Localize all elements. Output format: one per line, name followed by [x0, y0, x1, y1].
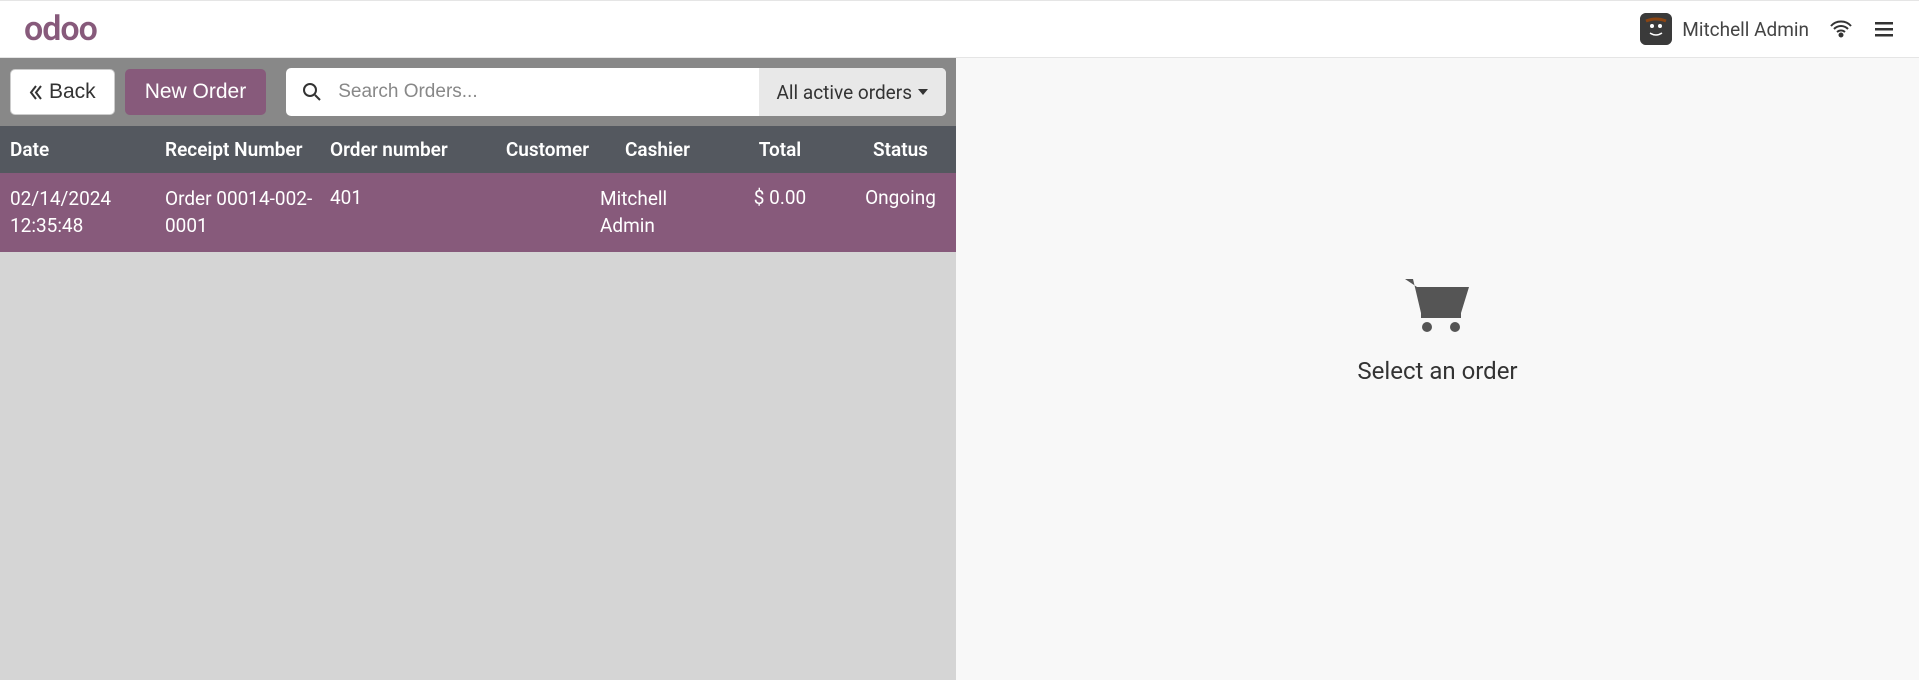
cell-order: 401: [330, 186, 495, 239]
logo-text: odoo: [24, 9, 97, 49]
chevron-left-icon: [29, 85, 44, 100]
header-status: Status: [845, 138, 956, 161]
detail-panel: Select an order: [956, 58, 1919, 680]
chevron-down-icon: [918, 89, 928, 96]
cart-icon: [1401, 273, 1473, 337]
header-order: Order number: [330, 138, 495, 161]
search-icon: [286, 82, 338, 102]
cell-customer: [495, 186, 600, 239]
user-name: Mitchell Admin: [1682, 18, 1809, 41]
header-total: Total: [715, 138, 845, 161]
back-button[interactable]: Back: [10, 69, 115, 115]
table-header: Date Receipt Number Order number Custome…: [0, 126, 956, 173]
cell-status: Ongoing: [845, 186, 956, 239]
wifi-icon[interactable]: [1829, 17, 1853, 41]
orders-toolbar: Back New Order All active orders: [0, 58, 956, 126]
cell-cashier: Mitchell Admin: [600, 186, 715, 239]
back-label: Back: [49, 80, 96, 104]
top-bar: odoo Mitchell Admin: [0, 0, 1919, 58]
cell-date: 02/14/2024 12:35:48: [0, 186, 165, 239]
empty-text: Select an order: [1357, 357, 1517, 385]
hamburger-menu-icon[interactable]: [1873, 18, 1895, 40]
header-customer: Customer: [495, 138, 600, 161]
header-receipt: Receipt Number: [165, 138, 330, 161]
empty-state: Select an order: [1357, 273, 1517, 385]
logo[interactable]: odoo: [24, 1, 97, 57]
user-menu[interactable]: Mitchell Admin: [1640, 13, 1809, 45]
cell-receipt: Order 00014-002-0001: [165, 186, 330, 239]
search-wrapper: All active orders: [286, 68, 946, 116]
header-cashier: Cashier: [600, 138, 715, 161]
avatar: [1640, 13, 1672, 45]
main-container: Back New Order All active orders: [0, 58, 1919, 680]
filter-label: All active orders: [777, 81, 912, 104]
orders-panel: Back New Order All active orders: [0, 58, 956, 680]
cell-total: $ 0.00: [715, 186, 845, 239]
table-row[interactable]: 02/14/2024 12:35:48 Order 00014-002-0001…: [0, 173, 956, 252]
new-order-button[interactable]: New Order: [125, 69, 267, 115]
filter-dropdown[interactable]: All active orders: [759, 68, 946, 116]
top-right: Mitchell Admin: [1640, 13, 1895, 45]
search-input[interactable]: [338, 68, 758, 116]
header-date: Date: [0, 138, 165, 161]
